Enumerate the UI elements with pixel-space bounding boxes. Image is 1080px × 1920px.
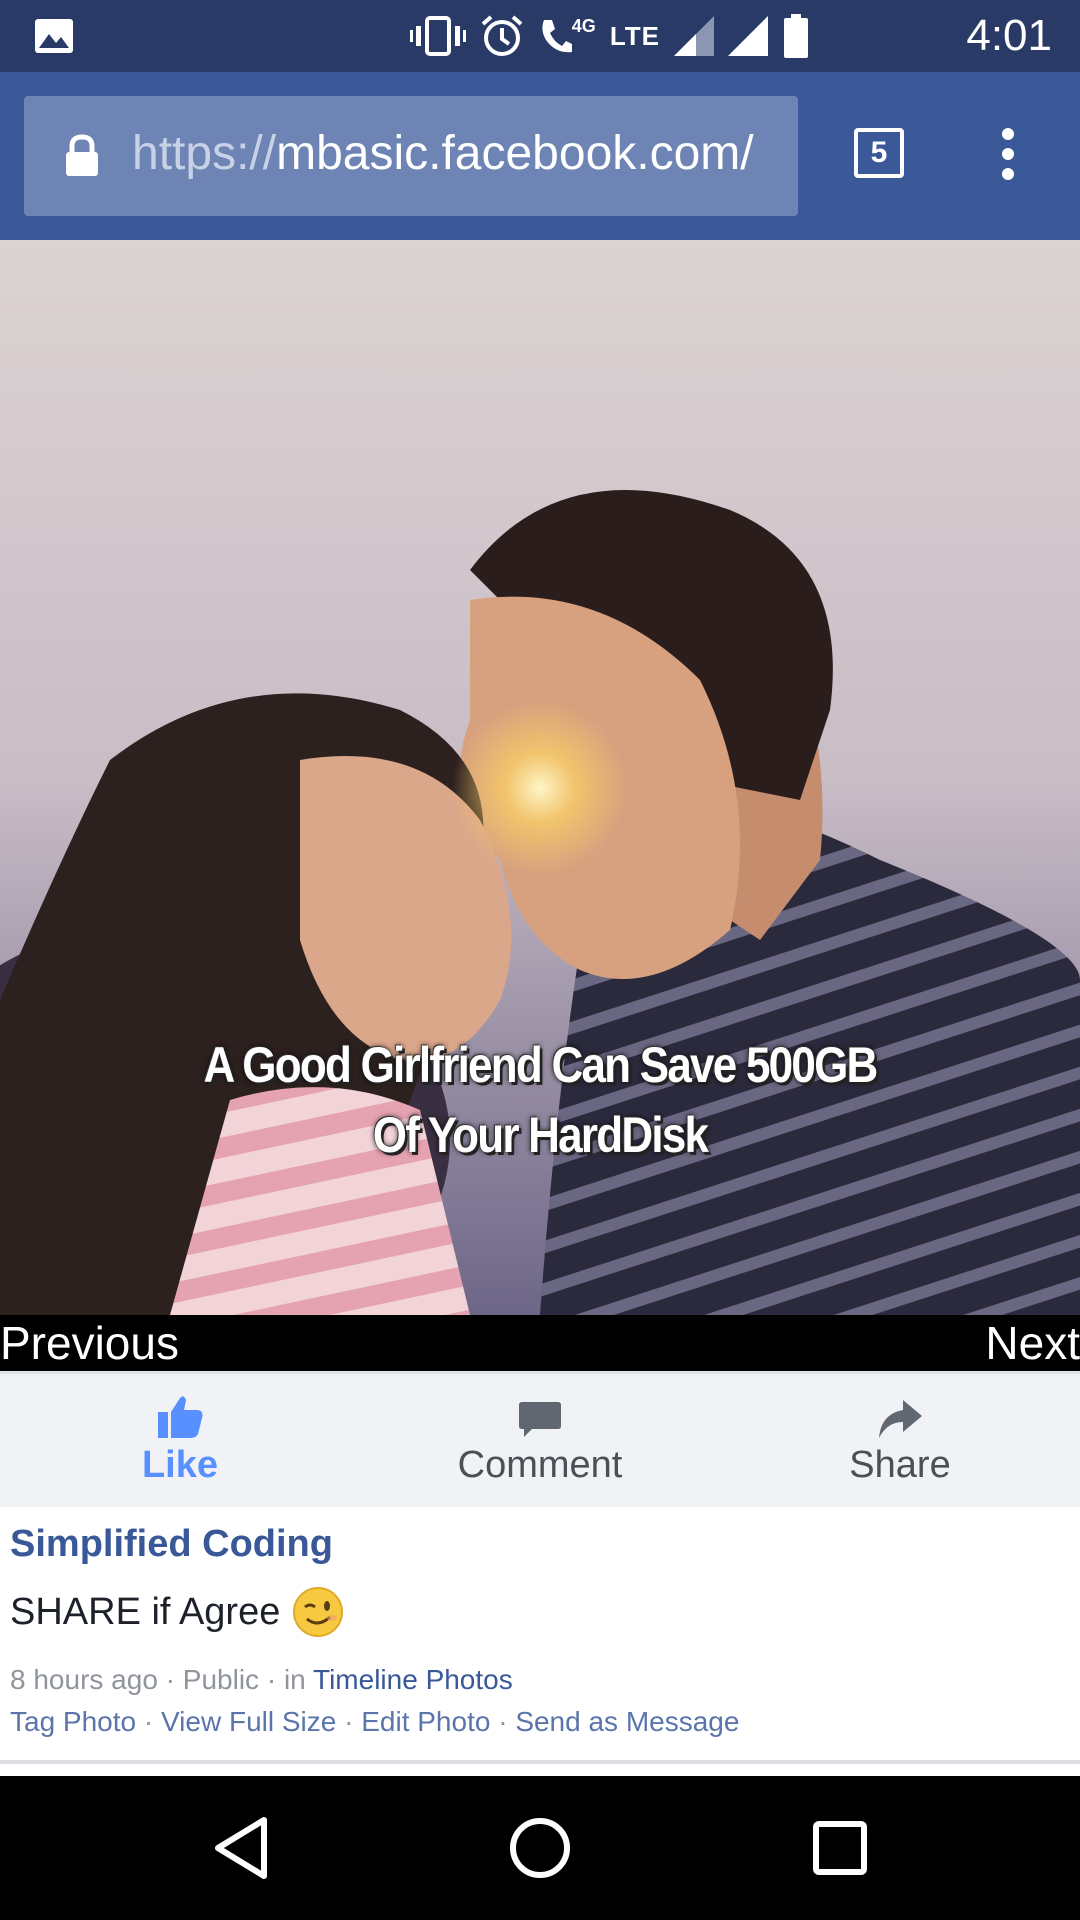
edit-photo-link[interactable]: Edit Photo [361,1706,490,1737]
network-type-label: LTE [609,20,660,51]
recents-icon[interactable] [810,1816,870,1880]
thumbs-up-icon [158,1396,203,1438]
tab-switcher-button[interactable]: 5 [854,128,904,178]
wink-emoji-icon [293,1587,344,1637]
overflow-menu-button[interactable] [1000,128,1016,184]
signal-icon [674,16,714,56]
share-label: Share [849,1444,951,1486]
post-author-link[interactable]: Simplified Coding [10,1520,1070,1568]
caption-line-2: Of Your HardDisk [372,1107,709,1163]
post-message: SHARE if Agree [10,1584,1070,1640]
like-label: Like [141,1444,219,1486]
url-scheme: https:// [132,127,277,180]
wifi-call-icon: 4G [538,16,596,56]
post-visibility: Public [182,1664,260,1695]
gallery-icon [35,19,73,53]
post-photo[interactable]: A Good Girlfriend Can Save 500GB Of Your… [0,240,1080,1315]
home-icon[interactable] [508,1816,572,1880]
url-text: https://mbasic.facebook.com/ [132,124,754,184]
comment-button[interactable]: Comment [420,1392,660,1488]
separator: · [498,1706,508,1737]
photo-action-links: Tag Photo · View Full Size · Edit Photo … [10,1704,1070,1740]
browser-toolbar: https://mbasic.facebook.com/ 5 [0,72,1080,240]
separator: · [165,1664,175,1695]
separator: · [143,1706,154,1737]
photo-caption: A Good Girlfriend Can Save 500GB Of Your… [65,1030,1015,1170]
tag-photo-link[interactable]: Tag Photo [10,1706,136,1737]
previous-link[interactable]: Previous [0,1319,179,1367]
status-bar: 4G LTE 4:01 [0,0,1080,72]
photo-nav-bar: Previous Next [0,1315,1080,1371]
comment-label: Comment [457,1444,623,1486]
send-as-message-link[interactable]: Send as Message [515,1706,739,1737]
divider [0,1760,1080,1764]
status-icons: 4G LTE [409,14,810,58]
clock: 4:01 [966,11,1052,60]
separator: · [266,1664,277,1695]
action-bar: Like Comment Share [0,1371,1080,1507]
caption-line-1: A Good Girlfriend Can Save 500GB [203,1037,878,1093]
post-details: Simplified Coding SHARE if Agree 8 hours… [10,1520,1070,1740]
next-link[interactable]: Next [985,1319,1080,1367]
battery-icon [784,14,808,58]
alarm-icon [481,15,523,56]
share-arrow-icon [879,1400,922,1438]
url-field[interactable]: https://mbasic.facebook.com/ [24,96,798,216]
post-meta: 8 hours ago · Public · in Timeline Photo… [10,1662,1070,1698]
signal-icon [728,16,768,56]
separator: · [344,1706,354,1737]
network-sub-label: 4G [571,15,596,36]
back-icon[interactable] [212,1816,272,1880]
lock-icon [66,134,98,176]
system-navigation-bar [0,1776,1080,1920]
post-message-text: SHARE if Agree [10,1591,281,1633]
share-button[interactable]: Share [780,1392,1020,1488]
comment-icon [519,1402,561,1437]
like-button[interactable]: Like [60,1392,300,1488]
view-full-size-link[interactable]: View Full Size [161,1706,336,1737]
in-label: in [283,1664,306,1695]
vibrate-icon [409,16,466,56]
post-time: 8 hours ago [10,1664,158,1695]
album-link[interactable]: Timeline Photos [313,1664,513,1695]
url-host: mbasic.facebook.com/ [276,127,754,180]
